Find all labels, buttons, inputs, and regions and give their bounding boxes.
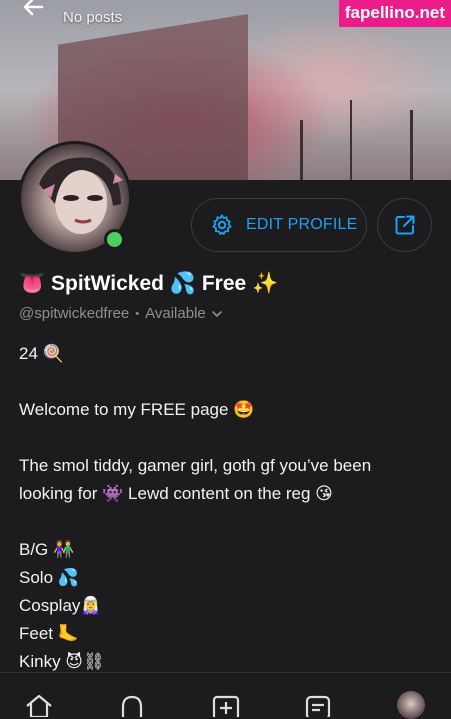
availability-status: Available [145,305,206,322]
home-icon[interactable] [24,693,54,717]
bio-line: Welcome to my FREE page 🤩 [19,400,255,419]
bell-icon[interactable] [117,693,147,717]
bio-line: Cosplay🧝‍♀️ [19,596,102,615]
bottom-nav [0,672,451,719]
messages-icon[interactable] [303,693,333,717]
profile-avatar[interactable] [397,691,425,719]
profile-display-name: 👅 SpitWicked 💦 Free ✨ [19,272,278,296]
handle-row: @spitwickedfree • Available [19,305,223,322]
availability-dropdown[interactable]: Available [145,305,223,322]
bio-line: The smol tiddy, gamer girl, goth gf you’… [19,456,372,475]
edit-profile-button[interactable]: EDIT PROFILE [191,198,367,252]
name-mid-emoji: 💦 [169,272,196,295]
bio-line: Solo 💦 [19,568,79,587]
add-post-icon[interactable] [211,693,241,717]
watermark: fapellino.net [338,0,451,27]
banner-tree [350,100,352,180]
back-arrow-icon[interactable] [20,0,46,20]
post-count-text: No posts [63,9,123,26]
bio-line: B/G 👫 [19,540,75,559]
handle-separator: • [135,307,140,320]
name-lead-emoji: 👅 [19,272,46,295]
edit-profile-label: EDIT PROFILE [246,216,358,233]
bio-line: looking for 👾 Lewd content on the reg 😘 [19,484,333,503]
share-button[interactable] [377,198,432,252]
profile-handle: @spitwickedfree [19,305,130,322]
name-suffix-text: Free [201,272,247,295]
profile-bio: 24 🍭 Welcome to my FREE page 🤩 The smol … [19,340,439,676]
gear-icon [212,214,232,235]
online-status-dot [104,229,125,250]
display-name-text: SpitWicked [51,272,164,295]
bio-line: Feet 🦶 [19,624,79,643]
chevron-down-icon [211,310,222,317]
banner-tree [410,110,413,180]
name-tail-emoji: ✨ [252,272,279,295]
banner-tree [300,120,303,180]
share-icon [395,215,414,235]
bio-line: 24 🍭 [19,344,64,363]
